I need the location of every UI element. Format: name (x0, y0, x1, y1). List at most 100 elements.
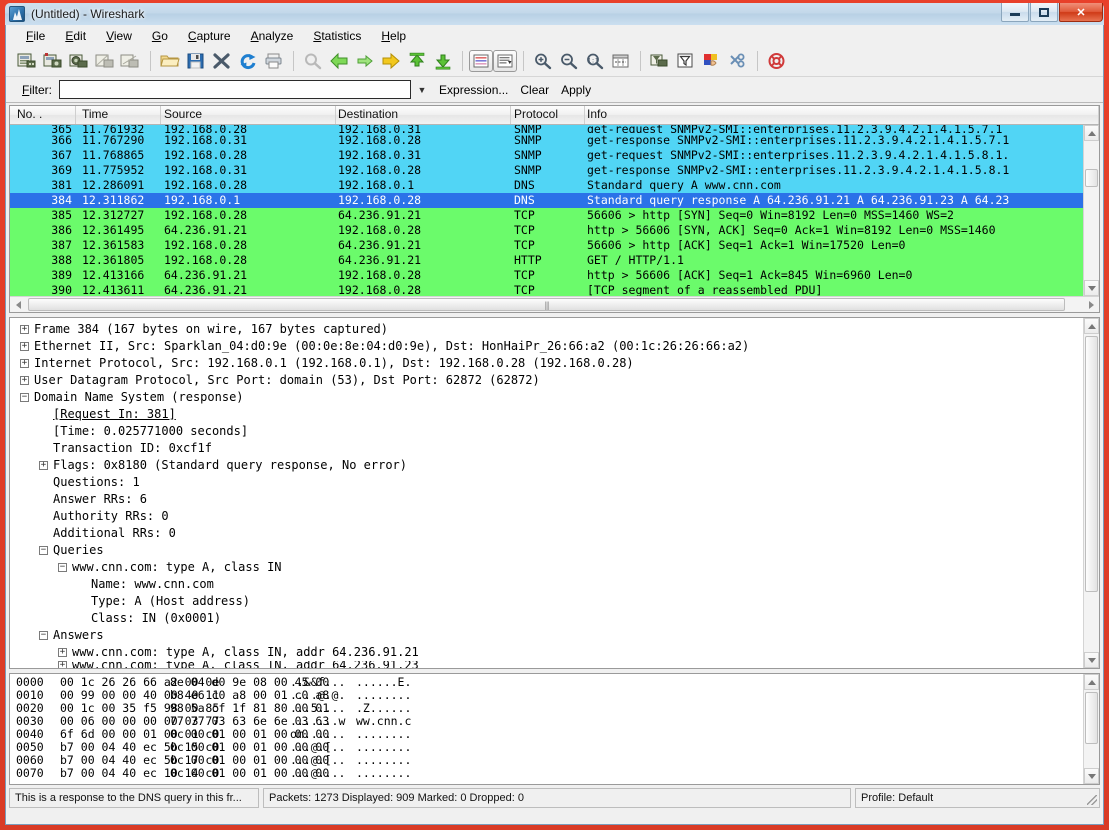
column-header-source[interactable]: Source (161, 106, 336, 124)
open-file-icon[interactable] (157, 49, 183, 73)
packet-row[interactable]: 38112.286091192.168.0.28192.168.0.1DNSSt… (10, 178, 1083, 193)
zoom-in-icon[interactable] (530, 49, 556, 73)
detail-vertical-scrollbar[interactable] (1083, 318, 1099, 668)
filter-input[interactable] (59, 80, 411, 99)
capture-options-icon[interactable] (40, 49, 66, 73)
detail-row[interactable]: −Answers (10, 627, 1083, 644)
detail-scroll-thumb[interactable] (1085, 336, 1098, 592)
help-icon[interactable] (764, 49, 790, 73)
collapse-toggle-icon[interactable]: − (39, 546, 48, 555)
detail-row[interactable]: Name: www.cnn.com (10, 576, 1083, 593)
packet-list-pane[interactable]: No. . Time Source Destination Protocol I… (9, 105, 1100, 313)
scroll-up-icon[interactable] (1084, 125, 1099, 141)
hex-scroll-thumb[interactable] (1085, 692, 1098, 744)
hex-row[interactable]: 0070b7 00 04 40 ec 10 14 c0 0c 00 01 00 … (16, 767, 1083, 780)
scroll-down-icon[interactable] (1084, 768, 1099, 784)
packet-list-vertical-scrollbar[interactable] (1083, 125, 1099, 296)
detail-row[interactable]: Questions: 1 (10, 474, 1083, 491)
detail-row[interactable]: +Frame 384 (167 bytes on wire, 167 bytes… (10, 321, 1083, 338)
resize-columns-icon[interactable] (608, 49, 634, 73)
capture-filters-icon[interactable] (647, 49, 673, 73)
save-file-icon[interactable] (183, 49, 209, 73)
start-capture-icon[interactable] (66, 49, 92, 73)
expand-toggle-icon[interactable]: + (20, 325, 29, 334)
apply-filter-button[interactable]: Apply (555, 83, 597, 97)
detail-row[interactable]: +Flags: 0x8180 (Standard query response,… (10, 457, 1083, 474)
go-to-packet-icon[interactable] (378, 49, 404, 73)
go-back-icon[interactable] (326, 49, 352, 73)
detail-row[interactable]: −www.cnn.com: type A, class IN (10, 559, 1083, 576)
packet-row[interactable]: 38712.361583192.168.0.2864.236.91.21TCP5… (10, 238, 1083, 253)
display-filters-icon[interactable] (673, 49, 699, 73)
collapse-toggle-icon[interactable]: − (39, 631, 48, 640)
packet-details-pane[interactable]: +Frame 384 (167 bytes on wire, 167 bytes… (9, 317, 1100, 669)
scroll-left-icon[interactable] (10, 297, 26, 312)
go-to-last-packet-icon[interactable] (430, 49, 456, 73)
detail-row[interactable]: +www.cnn.com: type A, class IN, addr 64.… (10, 661, 1083, 668)
detail-row[interactable]: +Ethernet II, Src: Sparklan_04:d0:9e (00… (10, 338, 1083, 355)
menu-statistics[interactable]: Statistics (303, 27, 371, 45)
packet-row[interactable]: 36911.775952192.168.0.31192.168.0.28SNMP… (10, 163, 1083, 178)
packet-row[interactable]: 36611.767290192.168.0.31192.168.0.28SNMP… (10, 133, 1083, 148)
restart-capture-icon[interactable] (118, 49, 144, 73)
preferences-icon[interactable] (725, 49, 751, 73)
column-header-protocol[interactable]: Protocol (511, 106, 585, 124)
menu-file[interactable]: FFileile (16, 27, 55, 45)
status-message[interactable]: This is a response to the DNS query in t… (9, 788, 259, 808)
resize-grip-icon[interactable] (1087, 795, 1097, 805)
detail-row[interactable]: +User Datagram Protocol, Src Port: domai… (10, 372, 1083, 389)
minimize-button[interactable] (1001, 3, 1029, 22)
expand-toggle-icon[interactable]: + (20, 342, 29, 351)
hex-dump-rows[interactable]: 000000 1c 26 26 66 a2 00 0e 8e 04 d0 9e … (10, 674, 1083, 784)
chevron-down-icon[interactable]: ▼ (411, 85, 433, 95)
close-file-icon[interactable] (209, 49, 235, 73)
packet-list-hscroll-thumb[interactable]: ||| (28, 298, 1065, 311)
close-button[interactable]: ✕ (1059, 3, 1103, 22)
expression-button[interactable]: Expression... (433, 83, 514, 97)
menu-analyze[interactable]: Analyze (241, 27, 304, 45)
detail-row[interactable]: −Queries (10, 542, 1083, 559)
column-header-no[interactable]: No. . (10, 106, 76, 124)
expand-toggle-icon[interactable]: + (20, 359, 29, 368)
menu-help[interactable]: Help (371, 27, 416, 45)
detail-row[interactable]: +www.cnn.com: type A, class IN, addr 64.… (10, 644, 1083, 661)
expand-toggle-icon[interactable]: + (20, 376, 29, 385)
expand-toggle-icon[interactable]: + (39, 461, 48, 470)
interfaces-icon[interactable] (14, 49, 40, 73)
scroll-right-icon[interactable] (1083, 297, 1099, 312)
reload-icon[interactable] (235, 49, 261, 73)
packet-row[interactable]: 36711.768865192.168.0.28192.168.0.31SNMP… (10, 148, 1083, 163)
find-packet-icon[interactable] (300, 49, 326, 73)
packet-row[interactable]: 38812.361805192.168.0.2864.236.91.21HTTP… (10, 253, 1083, 268)
clear-filter-button[interactable]: Clear (514, 83, 555, 97)
expand-toggle-icon[interactable]: + (58, 661, 67, 668)
colorize-icon[interactable] (469, 50, 493, 72)
packet-row[interactable]: 38912.41316664.236.91.21192.168.0.28TCPh… (10, 268, 1083, 283)
detail-row[interactable]: Transaction ID: 0xcf1f (10, 440, 1083, 457)
maximize-button[interactable] (1030, 3, 1058, 22)
scroll-down-icon[interactable] (1084, 280, 1099, 296)
detail-row[interactable]: +Internet Protocol, Src: 192.168.0.1 (19… (10, 355, 1083, 372)
packet-list-rows[interactable]: 36511.761932192.168.0.28192.168.0.31SNMP… (10, 125, 1083, 296)
hex-vertical-scrollbar[interactable] (1083, 674, 1099, 784)
expand-toggle-icon[interactable]: + (58, 648, 67, 657)
column-header-info[interactable]: Info (585, 106, 1099, 124)
packet-list-scroll-thumb[interactable] (1085, 169, 1098, 187)
packet-list-horizontal-scrollbar[interactable]: ||| (10, 296, 1099, 312)
packet-details-tree[interactable]: +Frame 384 (167 bytes on wire, 167 bytes… (10, 318, 1083, 668)
detail-row[interactable]: [Request In: 381] (10, 406, 1083, 423)
scroll-down-icon[interactable] (1084, 652, 1099, 668)
packet-row[interactable]: 39012.41361164.236.91.21192.168.0.28TCP[… (10, 283, 1083, 296)
detail-row[interactable]: Additional RRs: 0 (10, 525, 1083, 542)
packet-row[interactable]: 38412.311862192.168.0.1192.168.0.28DNSSt… (10, 193, 1083, 208)
autoscroll-icon[interactable] (493, 50, 517, 72)
stop-capture-icon[interactable] (92, 49, 118, 73)
collapse-toggle-icon[interactable]: − (20, 393, 29, 402)
packet-row[interactable]: 38612.36149564.236.91.21192.168.0.28TCPh… (10, 223, 1083, 238)
detail-row[interactable]: Type: A (Host address) (10, 593, 1083, 610)
go-forward-icon[interactable] (352, 49, 378, 73)
go-to-first-packet-icon[interactable] (404, 49, 430, 73)
menu-view[interactable]: View (96, 27, 142, 45)
zoom-100-icon[interactable]: 1:1 (582, 49, 608, 73)
coloring-rules-icon[interactable] (699, 49, 725, 73)
